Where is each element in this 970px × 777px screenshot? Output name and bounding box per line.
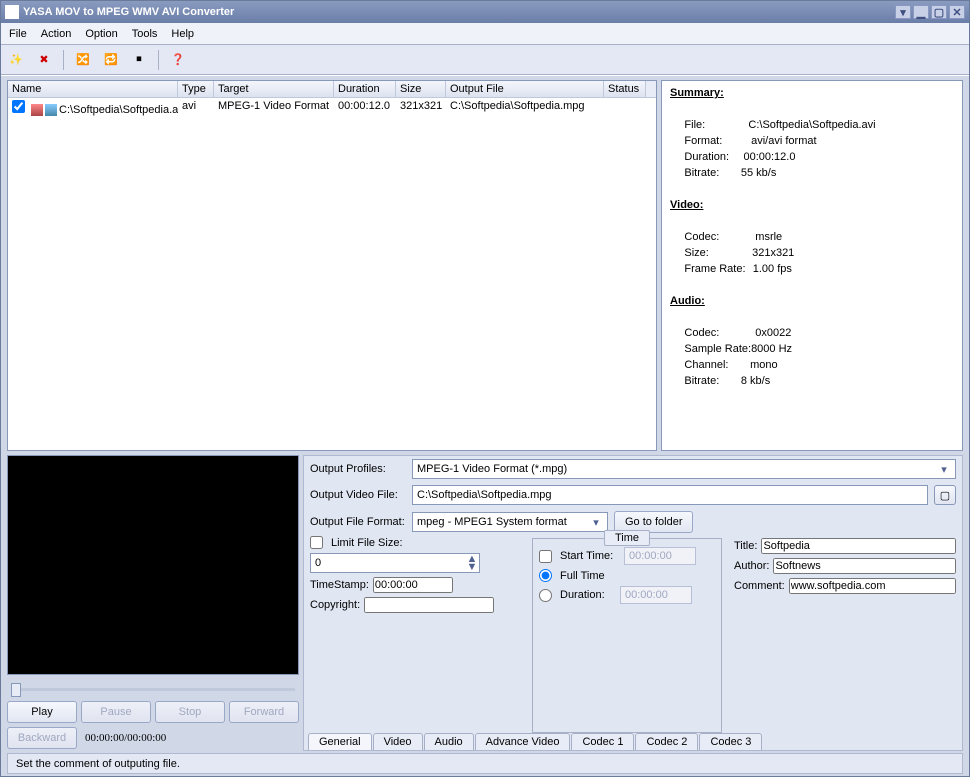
file-icon [45, 104, 57, 116]
tab-general[interactable]: Generial [308, 733, 372, 750]
tab-codec3[interactable]: Codec 3 [699, 733, 762, 750]
title-input[interactable] [761, 538, 956, 554]
preview-panel: Play Pause Stop Forward Backward 00:00:0… [7, 455, 299, 751]
start-time-input[interactable] [624, 547, 696, 565]
table-row[interactable]: C:\Softpedia\Softpedia.avi avi MPEG-1 Vi… [8, 98, 656, 118]
col-name[interactable]: Name [8, 81, 178, 97]
col-output[interactable]: Output File [446, 81, 604, 97]
full-time-radio[interactable] [539, 569, 552, 582]
tab-codec1[interactable]: Codec 1 [571, 733, 634, 750]
col-type[interactable]: Type [178, 81, 214, 97]
limit-size-checkbox[interactable] [310, 536, 323, 549]
roll-up-button[interactable]: ▾ [895, 5, 911, 19]
summary-panel: Summary: File: C:\Softpedia\Softpedia.av… [661, 80, 963, 451]
stop-convert-icon[interactable]: ⏹ [130, 51, 148, 69]
help-icon[interactable]: ❓ [169, 51, 187, 69]
timestamp-input[interactable] [373, 577, 453, 593]
tab-audio[interactable]: Audio [424, 733, 474, 750]
convert-icon[interactable]: 🔀 [74, 51, 92, 69]
limit-size-spinner[interactable]: ▲▼ [310, 553, 480, 573]
time-group: Time Start Time: Full Time Duration: [532, 538, 722, 733]
row-checkbox[interactable] [12, 100, 25, 113]
output-profiles-label: Output Profiles: [310, 463, 406, 475]
menu-option[interactable]: Option [85, 28, 117, 40]
output-profiles-combo[interactable]: MPEG-1 Video Format (*.mpg)▾ [412, 459, 956, 479]
settings-tabs: Generial Video Audio Advance Video Codec… [304, 733, 962, 750]
seek-slider[interactable] [7, 679, 299, 699]
tab-video[interactable]: Video [373, 733, 423, 750]
minimize-button[interactable]: ▁ [913, 5, 929, 19]
menu-tools[interactable]: Tools [132, 28, 158, 40]
settings-panel: Output Profiles: MPEG-1 Video Format (*.… [303, 455, 963, 751]
maximize-button[interactable]: ▢ [931, 5, 947, 19]
remove-icon[interactable]: ✖ [35, 51, 53, 69]
duration-radio[interactable] [539, 589, 552, 602]
forward-button[interactable]: Forward [229, 701, 299, 723]
output-format-combo[interactable]: mpeg - MPEG1 System format▾ [412, 512, 608, 532]
status-text: Set the comment of outputing file. [16, 758, 180, 770]
menu-help[interactable]: Help [171, 28, 194, 40]
start-time-checkbox[interactable] [539, 550, 552, 563]
file-icon [31, 104, 43, 116]
chevron-down-icon: ▾ [937, 463, 951, 476]
copyright-input[interactable] [364, 597, 494, 613]
window-title: YASA MOV to MPEG WMV AVI Converter [23, 6, 234, 18]
output-file-label: Output Video File: [310, 489, 406, 501]
tab-advance-video[interactable]: Advance Video [475, 733, 571, 750]
author-input[interactable] [773, 558, 956, 574]
statusbar: Set the comment of outputing file. [7, 753, 963, 774]
menu-action[interactable]: Action [41, 28, 72, 40]
col-status[interactable]: Status [604, 81, 646, 97]
menubar: File Action Option Tools Help [1, 23, 969, 45]
col-duration[interactable]: Duration [334, 81, 396, 97]
duration-input[interactable] [620, 586, 692, 604]
titlebar: YASA MOV to MPEG WMV AVI Converter ▾ ▁ ▢… [1, 1, 969, 23]
browse-button[interactable]: ▢ [934, 485, 956, 505]
menu-file[interactable]: File [9, 28, 27, 40]
file-list: Name Type Target Duration Size Output Fi… [7, 80, 657, 451]
stop-button[interactable]: Stop [155, 701, 225, 723]
play-button[interactable]: Play [7, 701, 77, 723]
col-target[interactable]: Target [214, 81, 334, 97]
output-file-input[interactable] [412, 485, 928, 505]
col-size[interactable]: Size [396, 81, 446, 97]
convert-all-icon[interactable]: 🔁 [102, 51, 120, 69]
tab-codec2[interactable]: Codec 2 [635, 733, 698, 750]
time-display: 00:00:00/00:00:00 [85, 732, 166, 744]
app-icon [5, 5, 19, 19]
backward-button[interactable]: Backward [7, 727, 77, 749]
chevron-down-icon: ▾ [589, 516, 603, 529]
add-icon[interactable]: ✨ [7, 51, 25, 69]
pause-button[interactable]: Pause [81, 701, 151, 723]
toolbar: ✨ ✖ 🔀 🔁 ⏹ ❓ [1, 45, 969, 75]
output-format-label: Output File Format: [310, 516, 406, 528]
comment-input[interactable] [789, 578, 956, 594]
time-legend: Time [604, 530, 650, 546]
close-button[interactable]: ✕ [949, 5, 965, 19]
video-preview [7, 455, 299, 675]
